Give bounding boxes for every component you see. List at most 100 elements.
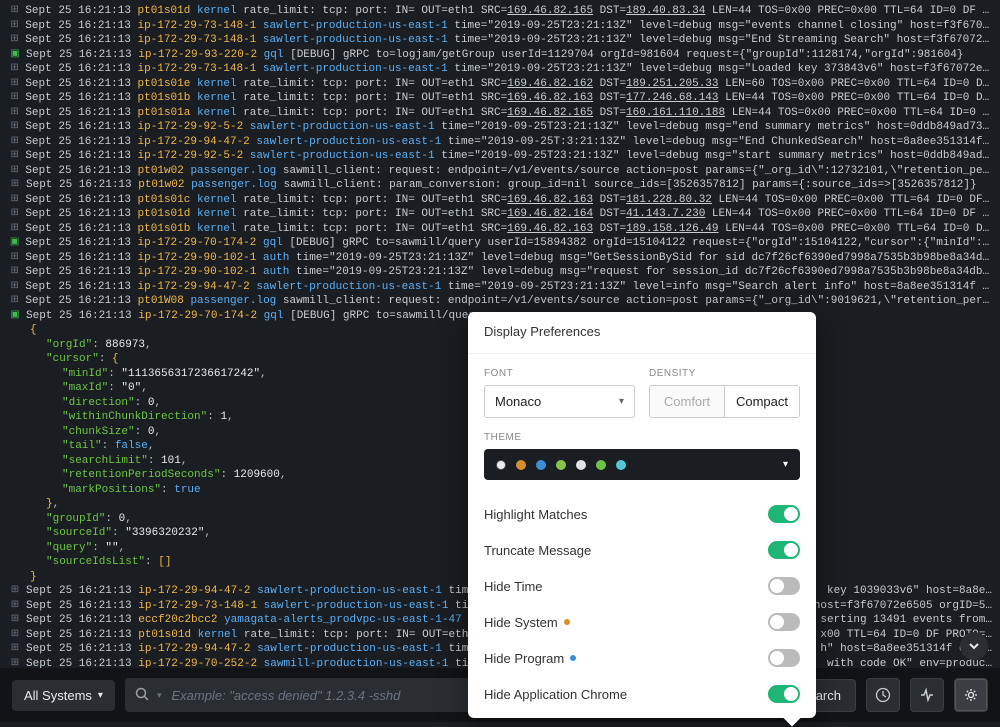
host-name: pt01s01e [138,78,191,90]
expand-icon[interactable]: ⊞ [8,4,21,19]
log-message-tail: host=f3f67072e6505 orgID=5… [798,599,992,614]
expand-icon[interactable]: ⊞ [8,584,22,599]
program-name: yamagata-alerts_prodvpc-us-east-1-47 [224,614,462,626]
expand-icon[interactable]: ⊞ [8,193,21,208]
program-name: sawlert-production-us-east-1 [257,643,442,655]
log-line[interactable]: ⊞Sept 25 16:21:13 pt01s01b kernel rate_l… [8,222,992,237]
toggle-switch[interactable] [768,613,800,631]
theme-label: THEME [484,432,800,443]
log-line[interactable]: ⊞Sept 25 16:21:13 pt01w02 passenger.log … [8,164,992,179]
theme-swatch[interactable] [536,460,546,470]
color-dot [570,655,576,661]
expand-icon[interactable]: ⊞ [8,294,21,309]
expand-icon[interactable]: ⊞ [8,120,21,135]
log-line[interactable]: ⊞Sept 25 16:21:13 pt01s01d kernel rate_l… [8,4,992,19]
log-line[interactable]: ▣Sept 25 16:21:13 ip-172-29-93-220-2 gql… [8,48,992,63]
log-line[interactable]: ⊞Sept 25 16:21:13 ip-172-29-73-148-1 saw… [8,19,992,34]
theme-swatch[interactable] [556,460,566,470]
log-line[interactable]: ⊞Sept 25 16:21:13 pt01s01e kernel rate_l… [8,77,992,92]
expand-icon[interactable]: ⊞ [8,33,21,48]
search-icon[interactable] [135,687,149,704]
log-line[interactable]: ⊞Sept 25 16:21:13 ip-172-29-73-148-1 saw… [8,62,992,77]
toggle-switch[interactable] [768,649,800,667]
log-message: time="2019-09-25T23:21:13Z" level=debug … [441,121,992,133]
expand-icon[interactable]: ⊞ [8,222,21,237]
theme-swatch[interactable] [496,460,506,470]
systems-label: All Systems [24,688,92,703]
expand-icon[interactable]: ⊞ [8,149,21,164]
font-value: Monaco [495,394,541,409]
log-line[interactable]: ⊞Sept 25 16:21:13 pt01W08 passenger.log … [8,294,992,309]
expand-icon[interactable]: ⊞ [8,599,22,614]
log-message: sawmill_client: param_conversion: group_… [284,179,977,191]
toggle-switch[interactable] [768,577,800,595]
log-message-tail: with code OK" env=produc… [811,657,992,669]
density-compact[interactable]: Compact [724,386,799,417]
expand-icon[interactable]: ▣ [8,48,22,63]
expand-icon[interactable]: ⊞ [8,135,21,150]
log-message: time="2019-09-25T23:21:13Z" level=debug … [454,63,992,75]
theme-swatch[interactable] [596,460,606,470]
expand-icon[interactable]: ⊞ [8,657,22,669]
toggle-switch[interactable] [768,541,800,559]
log-line[interactable]: ⊞Sept 25 16:21:13 ip-172-29-90-102-1 aut… [8,265,992,280]
host-name: pt01s01b [138,223,191,235]
log-line[interactable]: ⊞Sept 25 16:21:13 ip-172-29-92-5-2 sawle… [8,120,992,135]
expand-icon[interactable]: ⊞ [8,62,21,77]
host-name: ip-172-29-90-102-1 [138,252,257,264]
log-line[interactable]: ⊞Sept 25 16:21:13 ip-172-29-90-102-1 aut… [8,251,992,266]
timestamp: Sept 25 16:21:13 [25,266,131,278]
program-name: sawlert-production-us-east-1 [263,20,448,32]
display-preferences-panel: Display Preferences FONT Monaco ▾ DENSIT… [468,312,816,718]
expand-icon[interactable]: ⊞ [8,613,22,628]
expand-icon[interactable]: ⊞ [8,628,22,643]
expand-icon[interactable]: ⊞ [8,280,21,295]
timestamp: Sept 25 16:21:13 [25,208,131,220]
time-button[interactable] [866,678,900,712]
log-line[interactable]: ⊞Sept 25 16:21:13 ip-172-29-73-148-1 saw… [8,33,992,48]
chevron-down-icon: ▾ [98,690,103,701]
log-line[interactable]: ⊞Sept 25 16:21:13 ip-172-29-94-47-2 sawl… [8,280,992,295]
chevron-down-icon: ▾ [619,396,624,407]
expand-icon[interactable]: ▣ [8,309,22,324]
log-line[interactable]: ⊞Sept 25 16:21:13 pt01w02 passenger.log … [8,178,992,193]
expand-icon[interactable]: ⊞ [8,178,22,193]
scroll-to-bottom-button[interactable] [960,632,988,660]
host-name: pt01s01d [138,208,191,220]
timestamp: Sept 25 16:21:13 [25,165,131,177]
font-select[interactable]: Monaco ▾ [484,385,635,418]
search-dropdown-icon[interactable]: ▾ [157,690,162,701]
theme-select[interactable]: ▾ [484,449,800,480]
timestamp: Sept 25 16:21:13 [25,34,131,46]
settings-button[interactable] [954,678,988,712]
log-line[interactable]: ⊞Sept 25 16:21:13 pt01s01c kernel rate_l… [8,193,992,208]
log-line[interactable]: ▣Sept 25 16:21:13 ip-172-29-70-174-2 gql… [8,236,992,251]
expand-icon[interactable]: ⊞ [8,164,21,179]
expand-icon[interactable]: ⊞ [8,207,21,222]
theme-swatch[interactable] [576,460,586,470]
theme-swatch[interactable] [516,460,526,470]
log-line[interactable]: ⊞Sept 25 16:21:13 pt01s01d kernel rate_l… [8,207,992,222]
toggle-switch[interactable] [768,505,800,523]
program-name: sawlert-production-us-east-1 [256,281,441,293]
program-name: sawlert-production-us-east-1 [263,63,448,75]
density-comfort[interactable]: Comfort [650,386,724,417]
expand-icon[interactable]: ⊞ [8,91,21,106]
timestamp: Sept 25 16:21:13 [25,223,131,235]
expand-icon[interactable]: ⊞ [8,106,21,121]
expand-icon[interactable]: ⊞ [8,19,21,34]
expand-icon[interactable]: ⊞ [8,77,21,92]
expand-icon[interactable]: ▣ [8,236,21,251]
log-line[interactable]: ⊞Sept 25 16:21:13 ip-172-29-92-5-2 sawle… [8,149,992,164]
log-line[interactable]: ⊞Sept 25 16:21:13 pt01s01b kernel rate_l… [8,91,992,106]
theme-swatch[interactable] [616,460,626,470]
log-line[interactable]: ⊞Sept 25 16:21:13 pt01s01a kernel rate_l… [8,106,992,121]
expand-icon[interactable]: ⊞ [8,642,22,657]
toggle-switch[interactable] [768,685,800,703]
program-name: passenger.log [190,295,276,307]
expand-icon[interactable]: ⊞ [8,251,21,266]
expand-icon[interactable]: ⊞ [8,265,21,280]
activity-button[interactable] [910,678,944,712]
log-line[interactable]: ⊞Sept 25 16:21:13 ip-172-29-94-47-2 sawl… [8,135,992,150]
systems-dropdown[interactable]: All Systems ▾ [12,680,115,711]
